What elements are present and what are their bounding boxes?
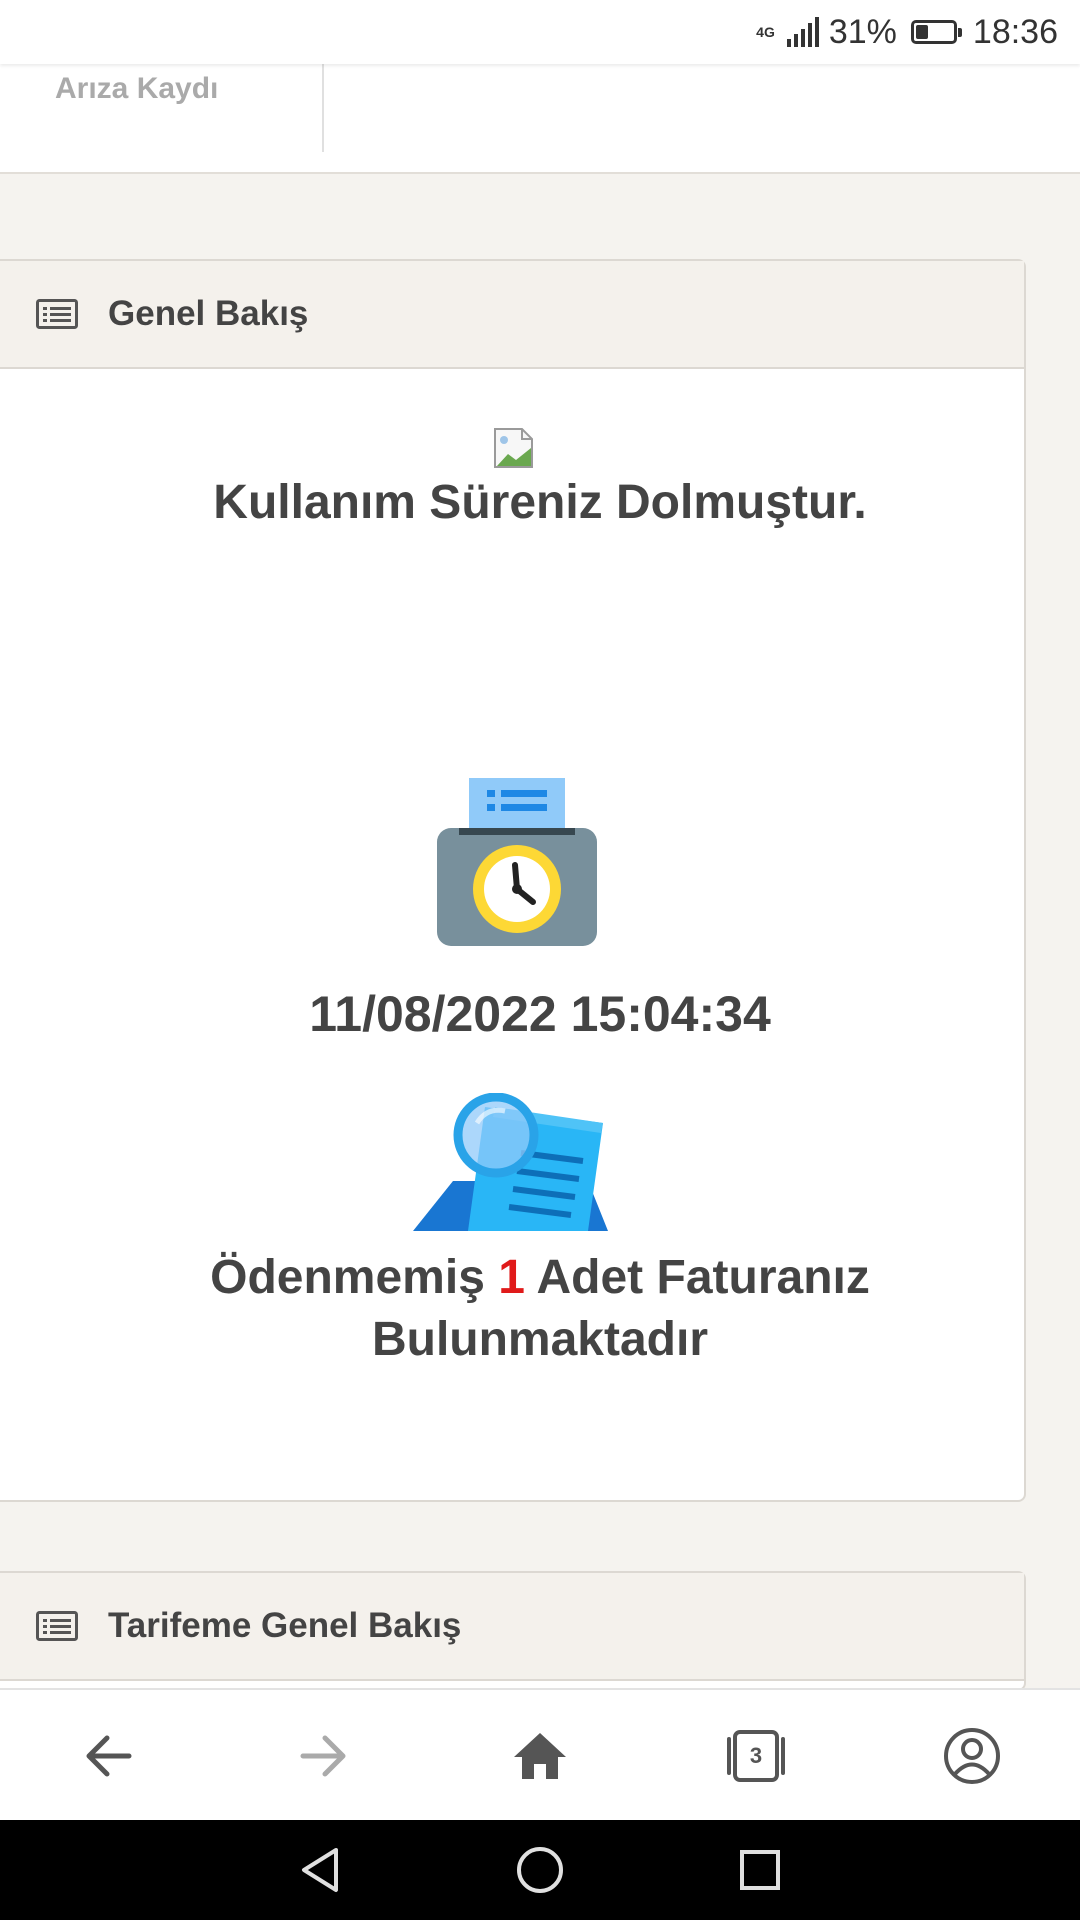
back-button[interactable]: [72, 1720, 144, 1792]
invoice-search-icon: [413, 1093, 608, 1231]
billing-timer-icon: [437, 778, 597, 946]
battery-icon: [910, 20, 962, 44]
android-home-button[interactable]: [508, 1838, 572, 1902]
back-arrow-icon: [86, 1735, 132, 1777]
list-icon: [36, 299, 78, 329]
network-label: 4G: [756, 24, 775, 40]
home-button[interactable]: [504, 1720, 576, 1792]
overview-panel-header: Genel Bakış: [0, 261, 1024, 369]
unpaid-prefix: Ödenmemiş: [210, 1251, 485, 1304]
triangle-back-icon: [302, 1848, 338, 1892]
status-bar: 4G 31% 18:36: [0, 0, 1080, 64]
circle-home-icon: [517, 1847, 563, 1893]
forward-arrow-icon: [300, 1735, 346, 1777]
network-type: 4G: [756, 25, 775, 39]
status-indicators: 4G 31% 18:36: [756, 0, 1058, 64]
tariff-panel-header[interactable]: Tarifeme Genel Bakış: [0, 1573, 1024, 1681]
android-nav-bar: [0, 1820, 1080, 1920]
overview-panel-title: Genel Bakış: [108, 294, 309, 333]
expired-message: Kullanım Süreniz Dolmuştur.: [213, 476, 867, 529]
battery-percent: 31%: [828, 12, 897, 51]
broken-image-icon: [494, 428, 533, 468]
account-button[interactable]: [936, 1720, 1008, 1792]
top-nav: Arıza Kaydı: [0, 64, 1080, 174]
tariff-overview-panel: Tarifeme Genel Bakış: [0, 1571, 1026, 1691]
square-recents-icon: [740, 1850, 780, 1890]
tabs-button[interactable]: 3: [720, 1720, 792, 1792]
browser-toolbar: 3: [0, 1688, 1080, 1822]
list-icon: [36, 1611, 78, 1641]
nav-divider: [322, 64, 324, 152]
unpaid-count: 1: [498, 1251, 525, 1304]
tab-count: 3: [749, 1743, 763, 1768]
nav-item-fault-record[interactable]: Arıza Kaydı: [55, 69, 218, 109]
forward-button[interactable]: [288, 1720, 360, 1792]
home-icon: [514, 1733, 566, 1779]
last-update-datetime: 11/08/2022 15:04:34: [309, 986, 771, 1042]
clock: 18:36: [972, 12, 1058, 51]
account-icon: [944, 1728, 1000, 1784]
tariff-panel-title: Tarifeme Genel Bakış: [108, 1606, 462, 1645]
android-recents-button[interactable]: [728, 1838, 792, 1902]
unpaid-invoices-message: Ödenmemiş 1 Adet Faturanız Bulunmaktadır: [120, 1247, 960, 1371]
signal-icon: [786, 17, 819, 47]
android-back-button[interactable]: [288, 1838, 352, 1902]
